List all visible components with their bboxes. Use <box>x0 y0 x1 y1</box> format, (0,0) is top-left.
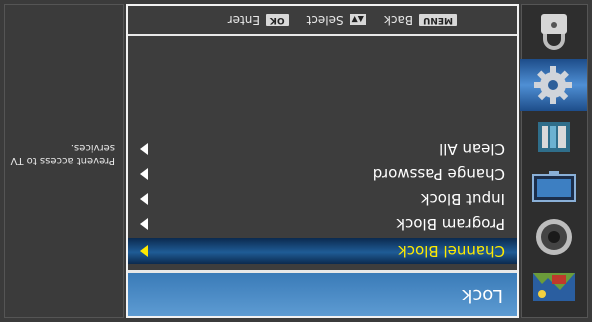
select-hint: Select <box>306 13 344 27</box>
menu-item-clean-all[interactable]: Clean All <box>128 138 517 160</box>
menu-item-label: Program Block <box>396 215 505 233</box>
arrow-right-icon <box>140 218 148 230</box>
arrow-right-icon <box>140 193 148 205</box>
lock-icon[interactable] <box>527 9 581 53</box>
menu-item-label: Change Password <box>372 165 505 183</box>
menu-item-label: Clean All <box>439 140 505 158</box>
menu-item-label: Channel Block <box>398 242 505 260</box>
settings-gear-icon[interactable] <box>520 59 587 111</box>
key-hint-bar: MENU Back ▲▼ Select OK Enter <box>128 6 517 36</box>
menu-item-channel-block[interactable]: Channel Block <box>128 238 517 264</box>
arrow-right-icon <box>140 245 148 257</box>
tv-screen-icon[interactable] <box>527 165 581 209</box>
description-text: Prevent access to TV services. <box>10 142 115 166</box>
speaker-icon[interactable] <box>527 215 581 259</box>
menu-item-program-block[interactable]: Program Block <box>128 213 517 235</box>
menu-category-sidebar <box>520 4 588 318</box>
tv-osd-screen: Lock Channel Block Program Block Input B… <box>0 0 592 322</box>
menu-key-badge: MENU <box>419 14 457 26</box>
arrow-right-icon <box>140 143 148 155</box>
menu-item-input-block[interactable]: Input Block <box>128 188 517 210</box>
arrow-right-icon <box>140 168 148 180</box>
enter-hint: Enter <box>227 13 260 27</box>
up-down-arrows-icon: ▲▼ <box>349 14 366 26</box>
channel-icon[interactable] <box>527 115 581 159</box>
description-panel: Prevent access to TV services. <box>4 4 124 318</box>
page-title: Lock <box>461 285 503 306</box>
menu-title-bar: Lock <box>128 270 517 316</box>
back-hint: Back <box>383 13 414 27</box>
picture-icon[interactable] <box>527 265 581 309</box>
lock-options-list: Channel Block Program Block Input Block … <box>128 135 517 264</box>
menu-item-label: Input Block <box>420 190 505 208</box>
lock-menu-panel: Lock Channel Block Program Block Input B… <box>126 4 519 318</box>
ok-key-badge: OK <box>265 14 289 26</box>
menu-item-change-password[interactable]: Change Password <box>128 163 517 185</box>
